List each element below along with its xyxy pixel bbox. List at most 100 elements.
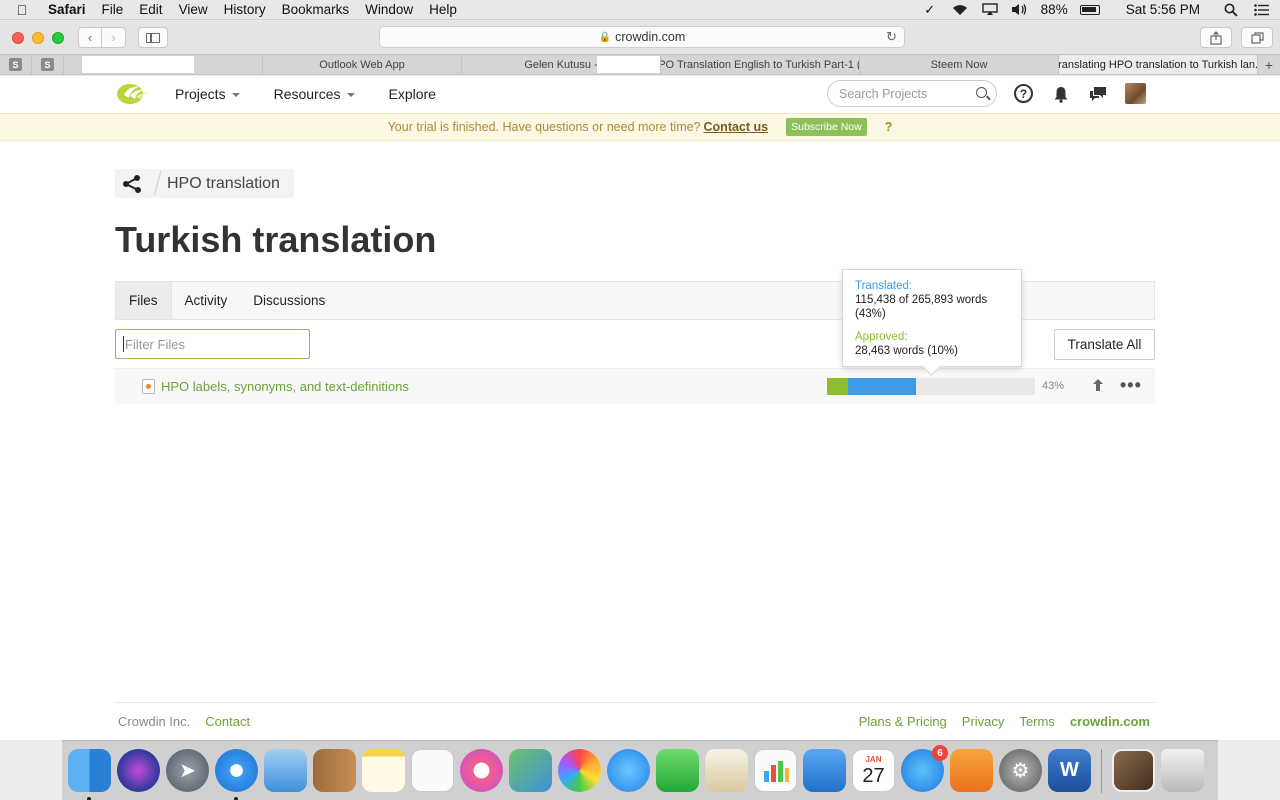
forward-button[interactable]: › <box>102 27 126 48</box>
ibooks-icon[interactable] <box>950 749 993 792</box>
file-row[interactable]: HPO labels, synonyms, and text-definitio… <box>115 368 1155 404</box>
nav-resources[interactable]: Resources <box>274 86 355 102</box>
minimize-window-button[interactable] <box>32 31 44 44</box>
footer-plans-link[interactable]: Plans & Pricing <box>859 714 947 729</box>
address-bar[interactable]: 🔒 crowdin.com ↻ <box>379 26 905 48</box>
airplay-icon[interactable] <box>981 2 999 18</box>
browser-tab[interactable]: Outlook Web App <box>263 55 462 74</box>
project-share-icon[interactable] <box>115 174 149 193</box>
wifi-icon[interactable] <box>951 2 969 18</box>
menu-app-name[interactable]: Safari <box>44 2 94 17</box>
menu-history[interactable]: History <box>216 2 274 17</box>
browser-tab-active[interactable]: Translating HPO translation to Turkish l… <box>1059 55 1258 74</box>
preview-icon[interactable] <box>705 749 748 792</box>
file-type-icon <box>142 379 155 394</box>
apple-menu-icon[interactable]:  <box>0 2 44 18</box>
menu-help[interactable]: Help <box>421 2 465 17</box>
footer-contact-link[interactable]: Contact <box>205 714 250 729</box>
volume-icon[interactable] <box>1011 2 1029 18</box>
finder-icon[interactable] <box>68 749 111 800</box>
reload-icon[interactable]: ↻ <box>886 29 897 45</box>
itunes-icon[interactable] <box>460 749 503 792</box>
contact-us-link[interactable]: Contact us <box>704 120 769 134</box>
close-window-button[interactable] <box>12 31 24 44</box>
messages-app-icon[interactable] <box>607 749 650 792</box>
system-preferences-icon[interactable]: ⚙ <box>999 749 1042 792</box>
word-icon[interactable]: W <box>1048 749 1091 792</box>
battery-icon[interactable] <box>1079 4 1100 15</box>
new-tab-button[interactable]: + <box>1258 55 1280 74</box>
calendar-icon[interactable]: JAN 27 <box>852 749 895 792</box>
reminders-icon[interactable] <box>411 749 454 792</box>
trial-help-link[interactable]: ? <box>885 120 893 134</box>
maps-icon[interactable] <box>509 749 552 792</box>
url-text: crowdin.com <box>615 30 686 44</box>
breadcrumb-project-link[interactable]: HPO translation <box>167 175 280 193</box>
trash-icon[interactable] <box>1161 749 1204 792</box>
pinned-tab-2[interactable]: S <box>32 55 64 74</box>
nav-projects[interactable]: Projects <box>175 86 240 102</box>
notes-icon[interactable] <box>362 749 405 792</box>
safari-icon[interactable] <box>215 749 258 800</box>
translate-all-button[interactable]: Translate All <box>1054 329 1155 360</box>
keynote-icon[interactable] <box>803 749 846 792</box>
browser-tab[interactable]: Gelen Kutusu - <box>462 55 661 74</box>
photos-icon[interactable] <box>558 749 601 792</box>
numbers-icon[interactable] <box>754 749 797 792</box>
progress-tooltip: Translated: 115,438 of 265,893 words (43… <box>842 269 1022 367</box>
upload-icon[interactable] <box>1092 378 1104 395</box>
mail-icon[interactable] <box>264 749 307 792</box>
contacts-icon[interactable] <box>313 749 356 792</box>
tab-overview-button[interactable] <box>1241 27 1273 48</box>
spotlight-search-icon[interactable] <box>1222 2 1240 18</box>
back-button[interactable]: ‹ <box>78 27 102 48</box>
footer-brand-link[interactable]: crowdin.com <box>1070 714 1150 729</box>
file-name-link[interactable]: HPO labels, synonyms, and text-definitio… <box>161 379 409 394</box>
browser-tab-strip: S S Outlook Web App Gelen Kutusu - HPO T… <box>0 54 1280 75</box>
messages-icon[interactable] <box>1088 84 1108 104</box>
share-icon <box>1210 30 1222 45</box>
facetime-icon[interactable] <box>656 749 699 792</box>
launchpad-icon[interactable]: ➤ <box>166 749 209 792</box>
tooltip-approved-value: 28,463 words (10%) <box>855 345 958 357</box>
menu-edit[interactable]: Edit <box>131 2 170 17</box>
notification-center-icon[interactable] <box>1252 2 1270 18</box>
filter-placeholder: Filter Files <box>125 336 185 352</box>
translation-progress-bar[interactable] <box>827 378 1035 395</box>
footer-privacy-link[interactable]: Privacy <box>962 714 1005 729</box>
bell-icon[interactable] <box>1051 84 1071 104</box>
search-projects-input[interactable]: Search Projects <box>827 80 997 107</box>
macos-menubar:  Safari File Edit View History Bookmark… <box>0 0 1280 20</box>
tab-files[interactable]: Files <box>116 282 172 319</box>
filter-files-input[interactable]: Filter Files <box>115 329 310 359</box>
tab-discussions[interactable]: Discussions <box>240 282 338 319</box>
fullscreen-window-button[interactable] <box>52 31 64 44</box>
search-icon[interactable] <box>976 87 987 98</box>
browser-tab[interactable] <box>64 55 263 74</box>
menu-window[interactable]: Window <box>357 2 421 17</box>
browser-tab[interactable]: Steem Now <box>860 55 1059 74</box>
footer-terms-link[interactable]: Terms <box>1019 714 1054 729</box>
help-icon[interactable]: ? <box>1014 84 1033 103</box>
menu-bookmarks[interactable]: Bookmarks <box>274 2 358 17</box>
crowdin-logo-icon[interactable] <box>116 82 150 106</box>
siri-icon[interactable] <box>117 749 160 792</box>
menubar-status-area: ✓ 88% Sat 5:56 PM <box>921 2 1280 18</box>
menu-file[interactable]: File <box>94 2 132 17</box>
more-options-icon[interactable]: ••• <box>1120 375 1142 396</box>
downloads-stack-icon[interactable] <box>1112 749 1155 792</box>
translated-progress <box>847 378 917 395</box>
tab-activity[interactable]: Activity <box>172 282 241 319</box>
user-avatar[interactable] <box>1125 83 1146 104</box>
menubar-clock[interactable]: Sat 5:56 PM <box>1126 2 1200 17</box>
checkmark-status-icon[interactable]: ✓ <box>921 2 939 18</box>
progress-percent: 43% <box>1042 380 1065 392</box>
menu-view[interactable]: View <box>171 2 216 17</box>
nav-explore[interactable]: Explore <box>389 86 436 102</box>
app-store-icon[interactable]: 6 <box>901 745 948 792</box>
browser-tab[interactable]: HPO Translation English to Turkish Part-… <box>661 55 860 74</box>
sidebar-toggle-button[interactable] <box>138 27 168 48</box>
share-button[interactable] <box>1200 27 1232 48</box>
pinned-tab-1[interactable]: S <box>0 55 32 74</box>
subscribe-now-button[interactable]: Subscribe Now <box>786 118 867 136</box>
